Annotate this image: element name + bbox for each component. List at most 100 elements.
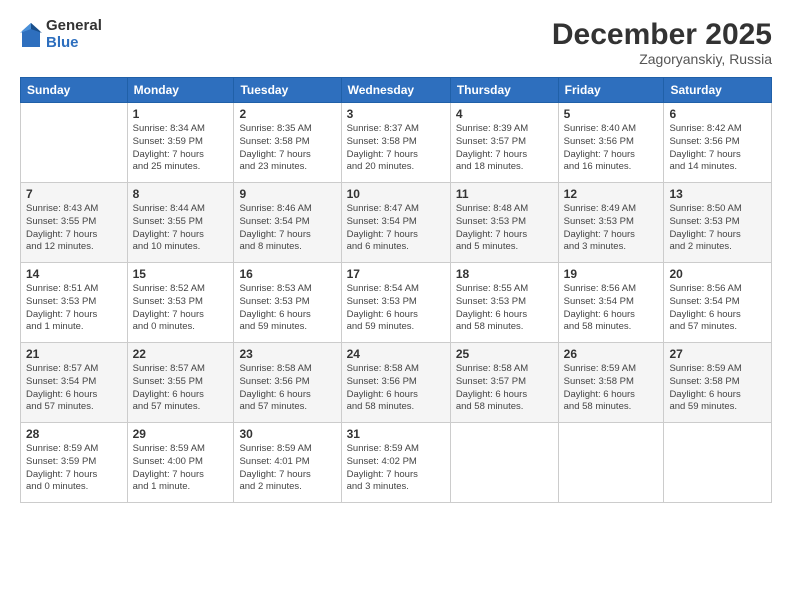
table-row: 11Sunrise: 8:48 AM Sunset: 3:53 PM Dayli… [450,183,558,263]
day-info: Sunrise: 8:43 AM Sunset: 3:55 PM Dayligh… [26,203,122,254]
day-info: Sunrise: 8:44 AM Sunset: 3:55 PM Dayligh… [133,203,229,254]
table-row: 21Sunrise: 8:57 AM Sunset: 3:54 PM Dayli… [21,343,128,423]
day-number: 13 [669,187,766,201]
day-number: 20 [669,267,766,281]
table-row: 30 Sunrise: 8:59 AM Sunset: 4:01 PM Dayli… [234,423,341,503]
table-row: 12 Sunrise: 8:49 AM Sunset: 3:53 PM Dayli… [558,183,664,263]
table-row: 10 Sunrise: 8:47 AM Sunset: 3:54 PM Dayli… [341,183,450,263]
table-row: 5Sunrise: 8:40 AM Sunset: 3:56 PM Daylig… [558,103,664,183]
day-number: 11 [456,187,553,201]
day-info: Sunrise: 8:54 AM Sunset: 3:53 PM Dayligh… [347,283,445,334]
logo: General Blue [20,18,102,51]
table-row: 22 Sunrise: 8:57 AM Sunset: 3:55 PM Dayli… [127,343,234,423]
day-number: 19 [564,267,659,281]
day-info: Sunrise: 8:40 AM Sunset: 3:56 PM Dayligh… [564,123,659,174]
day-number: 26 [564,347,659,361]
table-row [450,423,558,503]
day-number: 14 [26,267,122,281]
day-number: 17 [347,267,445,281]
table-row: 1 Sunrise: 8:34 AM Sunset: 3:59 PM Daylig… [127,103,234,183]
table-row: 20 Sunrise: 8:56 AM Sunset: 3:54 PM Dayli… [664,263,772,343]
day-info: Sunrise: 8:59 AM Sunset: 3:59 PM Dayligh… [26,443,122,494]
calendar-week-row: 28 Sunrise: 8:59 AM Sunset: 3:59 PM Dayli… [21,423,772,503]
table-row: 27 Sunrise: 8:59 AM Sunset: 3:58 PM Dayli… [664,343,772,423]
day-number: 25 [456,347,553,361]
table-row: 6Sunrise: 8:42 AM Sunset: 3:56 PM Daylig… [664,103,772,183]
table-row: 16 Sunrise: 8:53 AM Sunset: 3:53 PM Dayli… [234,263,341,343]
day-info: Sunrise: 8:57 AM Sunset: 3:54 PM Dayligh… [26,363,122,414]
table-row [21,103,128,183]
day-info: Sunrise: 8:49 AM Sunset: 3:53 PM Dayligh… [564,203,659,254]
calendar-week-row: 7 Sunrise: 8:43 AM Sunset: 3:55 PM Daylig… [21,183,772,263]
col-saturday: Saturday [664,78,772,103]
day-info: Sunrise: 8:39 AM Sunset: 3:57 PM Dayligh… [456,123,553,174]
table-row: 8 Sunrise: 8:44 AM Sunset: 3:55 PM Daylig… [127,183,234,263]
calendar-header-row: Sunday Monday Tuesday Wednesday Thursday… [21,78,772,103]
day-number: 12 [564,187,659,201]
day-number: 24 [347,347,445,361]
day-info: Sunrise: 8:53 AM Sunset: 3:53 PM Dayligh… [239,283,335,334]
table-row: 17 Sunrise: 8:54 AM Sunset: 3:53 PM Dayli… [341,263,450,343]
location-subtitle: Zagoryanskiy, Russia [552,51,772,67]
day-info: Sunrise: 8:59 AM Sunset: 3:58 PM Dayligh… [669,363,766,414]
table-row [664,423,772,503]
logo-general: General [46,18,102,35]
day-number: 23 [239,347,335,361]
day-info: Sunrise: 8:42 AM Sunset: 3:56 PM Dayligh… [669,123,766,174]
day-info: Sunrise: 8:56 AM Sunset: 3:54 PM Dayligh… [564,283,659,334]
header: General Blue December 2025 Zagoryanskiy,… [20,18,772,67]
day-info: Sunrise: 8:47 AM Sunset: 3:54 PM Dayligh… [347,203,445,254]
day-info: Sunrise: 8:57 AM Sunset: 3:55 PM Dayligh… [133,363,229,414]
table-row: 9Sunrise: 8:46 AM Sunset: 3:54 PM Daylig… [234,183,341,263]
day-number: 30 [239,427,335,441]
table-row: 7 Sunrise: 8:43 AM Sunset: 3:55 PM Daylig… [21,183,128,263]
table-row: 4 Sunrise: 8:39 AM Sunset: 3:57 PM Daylig… [450,103,558,183]
table-row: 18Sunrise: 8:55 AM Sunset: 3:53 PM Dayli… [450,263,558,343]
day-number: 27 [669,347,766,361]
col-monday: Monday [127,78,234,103]
day-number: 31 [347,427,445,441]
day-info: Sunrise: 8:46 AM Sunset: 3:54 PM Dayligh… [239,203,335,254]
day-info: Sunrise: 8:58 AM Sunset: 3:56 PM Dayligh… [239,363,335,414]
day-number: 10 [347,187,445,201]
table-row: 31Sunrise: 8:59 AM Sunset: 4:02 PM Dayli… [341,423,450,503]
day-number: 15 [133,267,229,281]
table-row: 13 Sunrise: 8:50 AM Sunset: 3:53 PM Dayli… [664,183,772,263]
day-number: 8 [133,187,229,201]
table-row: 26Sunrise: 8:59 AM Sunset: 3:58 PM Dayli… [558,343,664,423]
day-info: Sunrise: 8:52 AM Sunset: 3:53 PM Dayligh… [133,283,229,334]
day-info: Sunrise: 8:50 AM Sunset: 3:53 PM Dayligh… [669,203,766,254]
table-row [558,423,664,503]
day-number: 22 [133,347,229,361]
table-row: 3Sunrise: 8:37 AM Sunset: 3:58 PM Daylig… [341,103,450,183]
table-row: 24 Sunrise: 8:58 AM Sunset: 3:56 PM Dayli… [341,343,450,423]
day-number: 3 [347,107,445,121]
day-number: 7 [26,187,122,201]
logo-text: General Blue [46,18,102,51]
month-title: December 2025 [552,18,772,51]
col-thursday: Thursday [450,78,558,103]
table-row: 23 Sunrise: 8:58 AM Sunset: 3:56 PM Dayli… [234,343,341,423]
table-row: 14 Sunrise: 8:51 AM Sunset: 3:53 PM Dayli… [21,263,128,343]
day-info: Sunrise: 8:51 AM Sunset: 3:53 PM Dayligh… [26,283,122,334]
col-friday: Friday [558,78,664,103]
calendar-week-row: 14 Sunrise: 8:51 AM Sunset: 3:53 PM Dayli… [21,263,772,343]
day-number: 1 [133,107,229,121]
day-number: 18 [456,267,553,281]
table-row: 19 Sunrise: 8:56 AM Sunset: 3:54 PM Dayli… [558,263,664,343]
day-info: Sunrise: 8:59 AM Sunset: 4:00 PM Dayligh… [133,443,229,494]
day-info: Sunrise: 8:56 AM Sunset: 3:54 PM Dayligh… [669,283,766,334]
table-row: 29 Sunrise: 8:59 AM Sunset: 4:00 PM Dayli… [127,423,234,503]
day-number: 29 [133,427,229,441]
day-info: Sunrise: 8:58 AM Sunset: 3:56 PM Dayligh… [347,363,445,414]
day-info: Sunrise: 8:59 AM Sunset: 4:01 PM Dayligh… [239,443,335,494]
title-block: December 2025 Zagoryanskiy, Russia [552,18,772,67]
day-info: Sunrise: 8:34 AM Sunset: 3:59 PM Dayligh… [133,123,229,174]
day-info: Sunrise: 8:58 AM Sunset: 3:57 PM Dayligh… [456,363,553,414]
col-sunday: Sunday [21,78,128,103]
day-number: 16 [239,267,335,281]
day-number: 4 [456,107,553,121]
logo-blue: Blue [46,35,102,52]
day-number: 28 [26,427,122,441]
page: General Blue December 2025 Zagoryanskiy,… [0,0,792,612]
